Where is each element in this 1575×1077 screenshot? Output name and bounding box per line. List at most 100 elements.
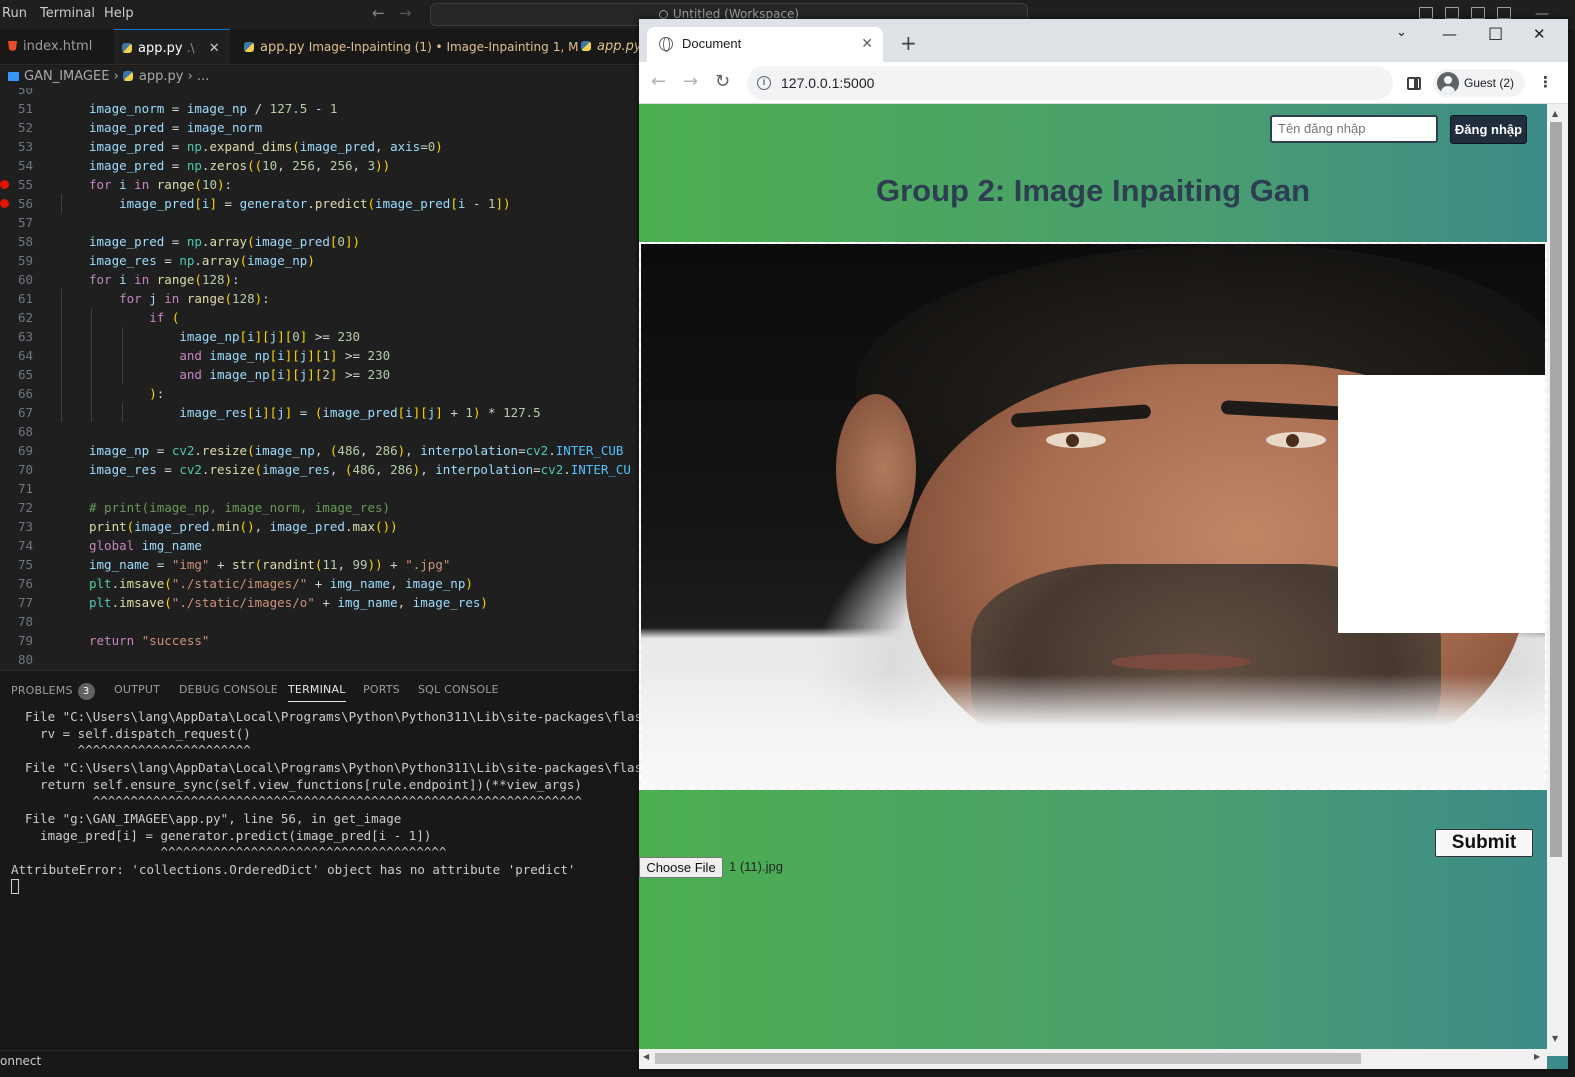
line-number[interactable]: 54	[0, 156, 33, 175]
line-number[interactable]: 58	[0, 232, 33, 251]
code-line[interactable]: 63 image_np[i][j][0] >= 230	[0, 327, 640, 346]
line-number[interactable]: 57	[0, 213, 33, 232]
line-number[interactable]: 60	[0, 270, 33, 289]
line-number[interactable]: 73	[0, 517, 33, 536]
code-line[interactable]: 76 plt.imsave("./static/images/" + img_na…	[0, 574, 640, 593]
tab-app-py-active[interactable]: app.py .\ ✕	[114, 29, 230, 64]
code-line[interactable]: 65 and image_np[i][j][2] >= 230	[0, 365, 640, 384]
code-line[interactable]: 52 image_pred = image_norm	[0, 118, 640, 137]
browser-forward-icon[interactable]: →	[683, 71, 698, 92]
code-line[interactable]: 60 for i in range(128):	[0, 270, 640, 289]
line-number[interactable]: 75	[0, 555, 33, 574]
code-line[interactable]: 66 ):	[0, 384, 640, 403]
line-number[interactable]: 53	[0, 137, 33, 156]
line-number[interactable]: 59	[0, 251, 33, 270]
breadcrumb-file[interactable]: app.py	[139, 69, 184, 84]
line-number[interactable]: 51	[0, 99, 33, 118]
line-number[interactable]: 74	[0, 536, 33, 555]
tab-search-chevron-icon[interactable]: ⌄	[1396, 25, 1407, 40]
toggle-secondary-sidebar-icon[interactable]	[1471, 7, 1485, 19]
minimize-icon[interactable]: —	[1442, 25, 1457, 43]
tab-app-py-inpainting[interactable]: app.py Image-Inpainting (1) • Image-Inpa…	[236, 29, 578, 64]
code-line[interactable]: 64 and image_np[i][j][1] >= 230	[0, 346, 640, 365]
code-line[interactable]: 68	[0, 422, 640, 441]
choose-file-button[interactable]: Choose File	[639, 857, 723, 878]
line-number[interactable]: 61	[0, 289, 33, 308]
status-text[interactable]: onnect	[0, 1054, 41, 1068]
tab-terminal[interactable]: TERMINAL	[288, 683, 346, 702]
code-line[interactable]: 51 image_norm = image_np / 127.5 - 1	[0, 99, 640, 118]
close-tab-icon[interactable]: ✕	[861, 35, 873, 52]
reload-icon[interactable]: ↻	[715, 71, 730, 92]
code-line[interactable]: 80	[0, 650, 640, 669]
close-icon[interactable]: ✕	[209, 41, 220, 56]
line-number[interactable]: 79	[0, 631, 33, 650]
customize-layout-icon[interactable]	[1497, 7, 1511, 19]
line-number[interactable]: 70	[0, 460, 33, 479]
code-line[interactable]: 59 image_res = np.array(image_np)	[0, 251, 640, 270]
breakpoint-icon[interactable]	[0, 180, 9, 189]
menu-run[interactable]: Run	[2, 6, 27, 21]
code-line[interactable]: 53 image_pred = np.expand_dims(image_pred…	[0, 137, 640, 156]
code-line[interactable]: 79 return "success"	[0, 631, 640, 650]
maximize-icon[interactable]: ☐	[1488, 25, 1503, 45]
code-line[interactable]: 62 if (	[0, 308, 640, 327]
kebab-menu-icon[interactable]: ⋮	[1538, 73, 1553, 91]
line-number[interactable]: 66	[0, 384, 33, 403]
new-tab-icon[interactable]: +	[900, 31, 917, 55]
toggle-panel-icon[interactable]	[1445, 7, 1459, 19]
code-line[interactable]: 71	[0, 479, 640, 498]
breadcrumb-folder[interactable]: GAN_IMAGEE	[24, 69, 109, 84]
code-line[interactable]: 58 image_pred = np.array(image_pred[0])	[0, 232, 640, 251]
code-line[interactable]: 73 print(image_pred.min(), image_pred.max…	[0, 517, 640, 536]
menu-help[interactable]: Help	[104, 6, 134, 21]
scroll-left-icon[interactable]: ◀	[643, 1052, 649, 1061]
code-line[interactable]: 69 image_np = cv2.resize(image_np, (486, …	[0, 441, 640, 460]
code-line[interactable]: 61 for j in range(128):	[0, 289, 640, 308]
code-line[interactable]: 67 image_res[i][j] = (image_pred[i][j] +…	[0, 403, 640, 422]
forward-arrow-icon[interactable]: →	[399, 4, 412, 22]
browser-tab-document[interactable]: Document ✕	[647, 27, 883, 62]
line-number[interactable]: 72	[0, 498, 33, 517]
address-bar[interactable]: i 127.0.0.1:5000	[747, 66, 1393, 100]
line-number[interactable]: 69	[0, 441, 33, 460]
line-number[interactable]: 68	[0, 422, 33, 441]
line-number[interactable]: 71	[0, 479, 33, 498]
line-number[interactable]: 64	[0, 346, 33, 365]
scroll-down-icon[interactable]: ▼	[1552, 1034, 1558, 1043]
tab-debug-console[interactable]: DEBUG CONSOLE	[179, 683, 278, 696]
line-number[interactable]: 62	[0, 308, 33, 327]
submit-button[interactable]: Submit	[1435, 829, 1533, 857]
line-number[interactable]: 63	[0, 327, 33, 346]
code-line[interactable]: 57	[0, 213, 640, 232]
code-line[interactable]: 54 image_pred = np.zeros((10, 256, 256, 3…	[0, 156, 640, 175]
code-line[interactable]: 70 image_res = cv2.resize(image_res, (486…	[0, 460, 640, 479]
horizontal-scroll-thumb[interactable]	[655, 1053, 1361, 1064]
close-window-icon[interactable]: ✕	[1533, 25, 1546, 43]
tab-problems[interactable]: PROBLEMS 3	[11, 683, 95, 700]
side-panel-icon[interactable]	[1407, 77, 1421, 90]
line-number[interactable]: 77	[0, 593, 33, 612]
tab-output[interactable]: OUTPUT	[114, 683, 160, 696]
tab-sql-console[interactable]: SQL CONSOLE	[418, 683, 499, 696]
line-number[interactable]: 50	[0, 88, 33, 99]
vertical-scroll-thumb[interactable]	[1550, 122, 1562, 857]
line-number[interactable]: 67	[0, 403, 33, 422]
breakpoint-icon[interactable]	[0, 199, 9, 208]
login-button[interactable]: Đăng nhập	[1450, 115, 1527, 144]
site-info-icon[interactable]: i	[757, 76, 771, 90]
menu-terminal[interactable]: Terminal	[40, 6, 95, 21]
code-line[interactable]: 56 image_pred[i] = generator.predict(ima…	[0, 194, 640, 213]
browser-back-icon[interactable]: ←	[651, 71, 666, 92]
code-line[interactable]: 78	[0, 612, 640, 631]
code-line[interactable]: 50	[0, 88, 640, 99]
line-number[interactable]: 76	[0, 574, 33, 593]
scroll-up-icon[interactable]: ▲	[1552, 109, 1558, 118]
scroll-right-icon[interactable]: ▶	[1534, 1052, 1540, 1061]
code-line[interactable]: 72 # print(image_np, image_norm, image_re…	[0, 498, 640, 517]
line-number[interactable]: 80	[0, 650, 33, 669]
line-number[interactable]: 78	[0, 612, 33, 631]
tab-ports[interactable]: PORTS	[363, 683, 400, 696]
tab-index-html[interactable]: index.html	[0, 29, 114, 64]
code-line[interactable]: 77 plt.imsave("./static/images/o" + img_n…	[0, 593, 640, 612]
